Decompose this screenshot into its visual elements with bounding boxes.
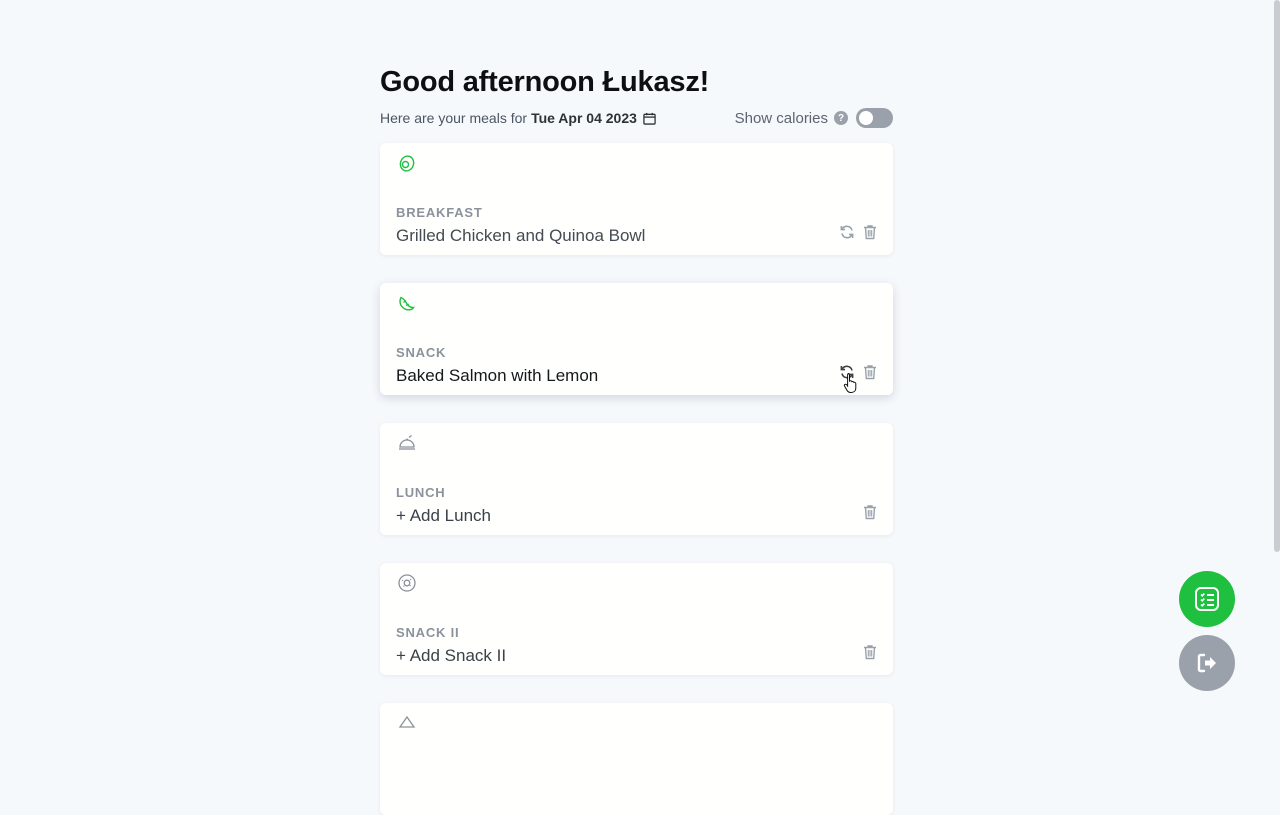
page-title: Good afternoon Łukasz! — [380, 66, 710, 98]
subheader-row: Here are your meals for Tue Apr 04 2023 … — [380, 106, 893, 130]
donut-icon — [397, 573, 417, 593]
trash-icon[interactable] — [862, 644, 878, 660]
add-lunch-button[interactable]: + Add Lunch — [396, 506, 491, 526]
meal-card-snack-ii[interactable]: SNACK II + Add Snack II — [380, 563, 893, 675]
trash-icon[interactable] — [862, 364, 878, 380]
show-calories-toggle[interactable] — [856, 108, 893, 128]
list-icon — [1195, 587, 1219, 611]
trash-icon[interactable] — [862, 224, 878, 240]
meal-label: SNACK II — [396, 625, 460, 640]
shopping-list-button[interactable] — [1179, 571, 1235, 627]
show-calories-control: Show calories ? — [735, 108, 893, 128]
help-icon[interactable]: ? — [834, 111, 848, 125]
subtitle-text: Here are your meals for — [380, 110, 528, 126]
meal-label: SNACK — [396, 345, 447, 360]
toggle-knob — [859, 111, 873, 125]
meal-plan: Good afternoon Łukasz! Here are your mea… — [380, 64, 893, 130]
calendar-icon[interactable] — [643, 112, 656, 125]
page-scrollbar[interactable] — [1274, 0, 1280, 552]
date-picker-trigger[interactable]: Tue Apr 04 2023 — [531, 110, 637, 126]
mouse-cursor-icon — [843, 373, 857, 393]
meal-actions — [862, 504, 878, 520]
add-snack-ii-button[interactable]: + Add Snack II — [396, 646, 506, 666]
meal-name[interactable]: Grilled Chicken and Quinoa Bowl — [396, 226, 645, 246]
meal-label: BREAKFAST — [396, 205, 483, 220]
meal-actions — [839, 224, 878, 240]
logout-icon — [1197, 653, 1216, 673]
meal-actions — [862, 644, 878, 660]
meal-card-snack[interactable]: SNACK Baked Salmon with Lemon — [380, 283, 893, 395]
refresh-icon[interactable] — [839, 224, 855, 240]
meal-card-lunch[interactable]: LUNCH + Add Lunch — [380, 423, 893, 535]
meal-icon — [397, 713, 417, 733]
meal-card-breakfast[interactable]: BREAKFAST Grilled Chicken and Quinoa Bow… — [380, 143, 893, 255]
croissant-icon — [397, 293, 417, 313]
show-calories-label: Show calories — [734, 109, 828, 127]
meals-date-line: Here are your meals for Tue Apr 04 2023 — [380, 110, 656, 126]
trash-icon[interactable] — [862, 504, 878, 520]
cloche-icon — [397, 433, 417, 453]
egg-icon — [397, 153, 417, 173]
meal-name[interactable]: Baked Salmon with Lemon — [396, 366, 598, 386]
logout-button[interactable] — [1179, 635, 1235, 691]
meal-label: LUNCH — [396, 485, 446, 500]
